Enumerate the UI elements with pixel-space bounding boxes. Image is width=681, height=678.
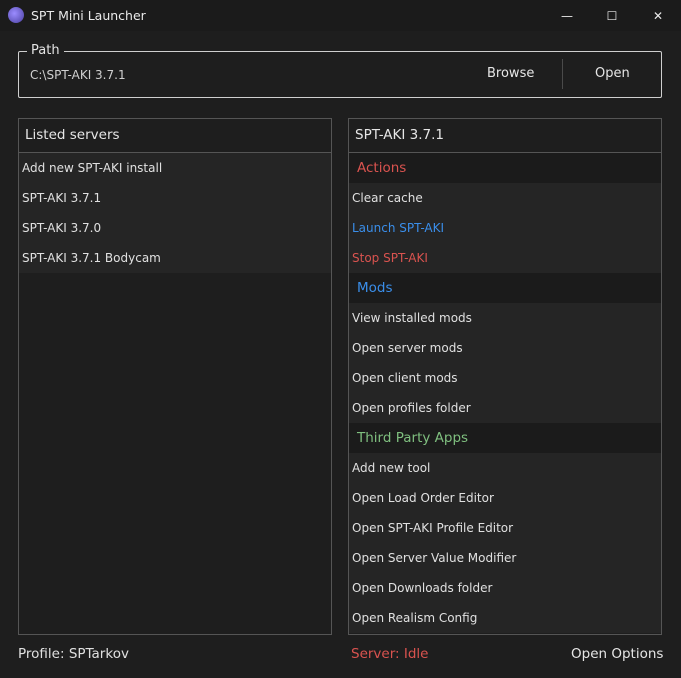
- section-actions: Actions: [349, 153, 661, 183]
- server-value-modifier-item[interactable]: Open Server Value Modifier: [349, 543, 661, 573]
- server-item-3-7-1[interactable]: SPT-AKI 3.7.1: [19, 183, 331, 213]
- path-legend: Path: [27, 43, 64, 58]
- server-item-add-new[interactable]: Add new SPT-AKI install: [19, 153, 331, 183]
- details-header: SPT-AKI 3.7.1: [349, 119, 661, 153]
- realism-config-item[interactable]: Open Realism Config: [349, 603, 661, 633]
- open-button[interactable]: Open: [595, 66, 630, 81]
- title-bar: SPT Mini Launcher — ☐ ✕: [0, 0, 681, 31]
- close-button[interactable]: ✕: [635, 0, 681, 31]
- minimize-button[interactable]: —: [544, 0, 590, 31]
- browse-button[interactable]: Browse: [487, 66, 534, 81]
- section-mods: Mods: [349, 273, 661, 303]
- open-profiles-item[interactable]: Open profiles folder: [349, 393, 661, 423]
- server-item-bodycam[interactable]: SPT-AKI 3.7.1 Bodycam: [19, 243, 331, 273]
- open-server-mods-item[interactable]: Open server mods: [349, 333, 661, 363]
- profile-label: Profile: SPTarkov: [18, 646, 129, 662]
- details-panel: SPT-AKI 3.7.1 Actions Clear cache Launch…: [348, 118, 662, 635]
- server-status: Server: Idle: [351, 646, 429, 662]
- servers-panel: Listed servers Add new SPT-AKI install S…: [18, 118, 332, 635]
- window-title: SPT Mini Launcher: [31, 8, 146, 23]
- servers-header: Listed servers: [19, 119, 331, 153]
- launch-item[interactable]: Launch SPT-AKI: [349, 213, 661, 243]
- stop-item[interactable]: Stop SPT-AKI: [349, 243, 661, 273]
- profile-editor-item[interactable]: Open SPT-AKI Profile Editor: [349, 513, 661, 543]
- section-third-party: Third Party Apps: [349, 423, 661, 453]
- path-divider: [562, 59, 563, 89]
- open-client-mods-item[interactable]: Open client mods: [349, 363, 661, 393]
- server-item-3-7-0[interactable]: SPT-AKI 3.7.0: [19, 213, 331, 243]
- load-order-editor-item[interactable]: Open Load Order Editor: [349, 483, 661, 513]
- clear-cache-item[interactable]: Clear cache: [349, 183, 661, 213]
- downloads-folder-item[interactable]: Open Downloads folder: [349, 573, 661, 603]
- maximize-button[interactable]: ☐: [589, 0, 635, 31]
- add-tool-item[interactable]: Add new tool: [349, 453, 661, 483]
- app-icon: [8, 7, 24, 23]
- path-value: C:\SPT-AKI 3.7.1: [30, 68, 126, 82]
- view-mods-item[interactable]: View installed mods: [349, 303, 661, 333]
- open-options-button[interactable]: Open Options: [571, 646, 663, 662]
